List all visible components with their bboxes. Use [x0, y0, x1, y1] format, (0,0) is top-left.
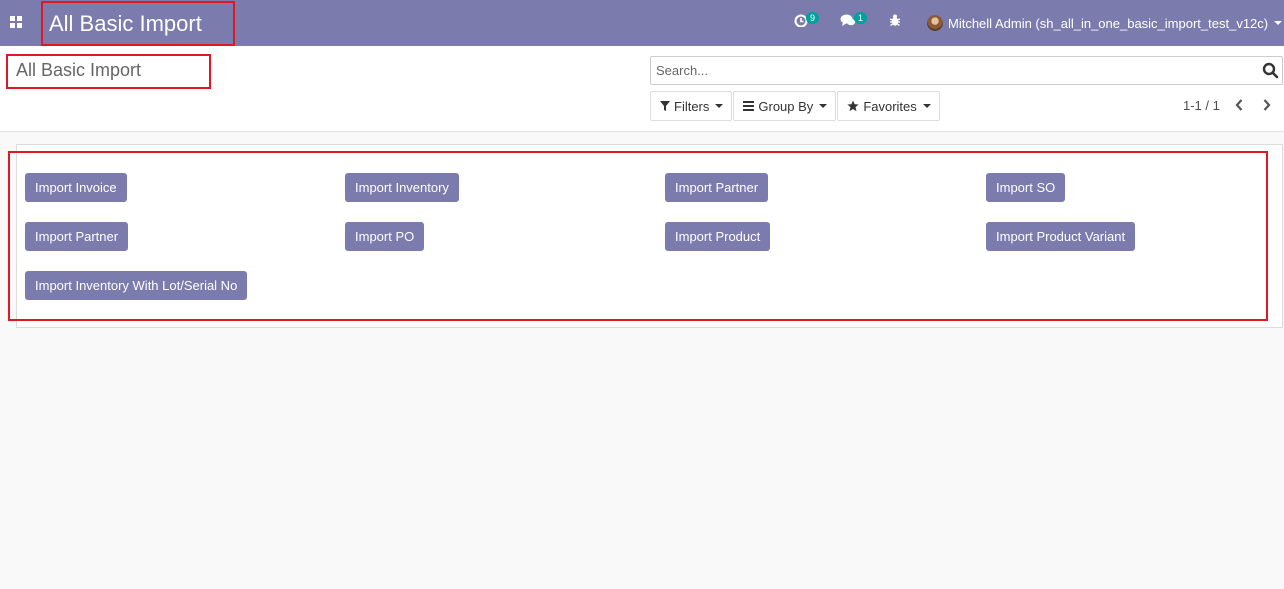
caret-down-icon [715, 104, 724, 108]
messages-count-badge: 1 [854, 12, 867, 24]
apps-menu-icon[interactable] [10, 16, 22, 28]
pager-next-button[interactable] [1262, 98, 1276, 114]
filter-icon [660, 101, 670, 111]
search-icon[interactable] [1262, 62, 1279, 79]
import-so-button[interactable]: Import SO [986, 173, 1066, 202]
import-product-button[interactable]: Import Product [665, 222, 771, 251]
import-partner-button-2[interactable]: Import Partner [25, 222, 129, 251]
import-po-button[interactable]: Import PO [345, 222, 425, 251]
app-title[interactable]: All Basic Import [41, 1, 235, 46]
favorites-label: Favorites [863, 98, 917, 114]
list-icon [743, 101, 755, 111]
chevron-right-icon [1263, 99, 1271, 111]
debug-button[interactable] [888, 13, 902, 33]
pager-previous-button[interactable] [1234, 98, 1248, 114]
import-inventory-button[interactable]: Import Inventory [345, 173, 459, 202]
search-input[interactable] [651, 57, 1251, 84]
group-by-label: Group By [758, 98, 814, 114]
control-panel: All Basic Import Filters Group By Favori… [0, 46, 1284, 132]
search-options: Filters Group By Favorites [650, 91, 941, 121]
import-product-variant-button[interactable]: Import Product Variant [986, 222, 1136, 251]
filters-button[interactable]: Filters [650, 91, 733, 121]
breadcrumb: All Basic Import [6, 54, 211, 89]
import-invoice-button[interactable]: Import Invoice [25, 173, 127, 202]
group-by-button[interactable]: Group By [733, 91, 837, 121]
import-inventory-lot-serial-button[interactable]: Import Inventory With Lot/Serial No [25, 271, 248, 300]
bug-icon [889, 14, 901, 27]
user-menu[interactable]: Mitchell Admin (sh_all_in_one_basic_impo… [927, 13, 1283, 33]
user-avatar [927, 15, 943, 31]
top-navbar: All Basic Import 9 1 Mitchell Admin (sh_… [0, 0, 1284, 46]
chevron-left-icon [1235, 99, 1243, 111]
activity-count-badge: 9 [806, 12, 819, 24]
messages-button[interactable]: 1 [840, 12, 867, 33]
import-partner-button[interactable]: Import Partner [665, 173, 769, 202]
activity-button[interactable]: 9 [794, 12, 819, 33]
caret-down-icon [819, 104, 828, 108]
star-icon [847, 100, 859, 112]
pager-value[interactable]: 1-1 / 1 [1183, 98, 1220, 113]
filters-label: Filters [674, 98, 710, 114]
caret-down-icon [1274, 21, 1283, 25]
search-box [650, 56, 1283, 85]
favorites-button[interactable]: Favorites [837, 91, 940, 121]
caret-down-icon [922, 104, 931, 108]
user-name: Mitchell Admin (sh_all_in_one_basic_impo… [948, 15, 1269, 31]
